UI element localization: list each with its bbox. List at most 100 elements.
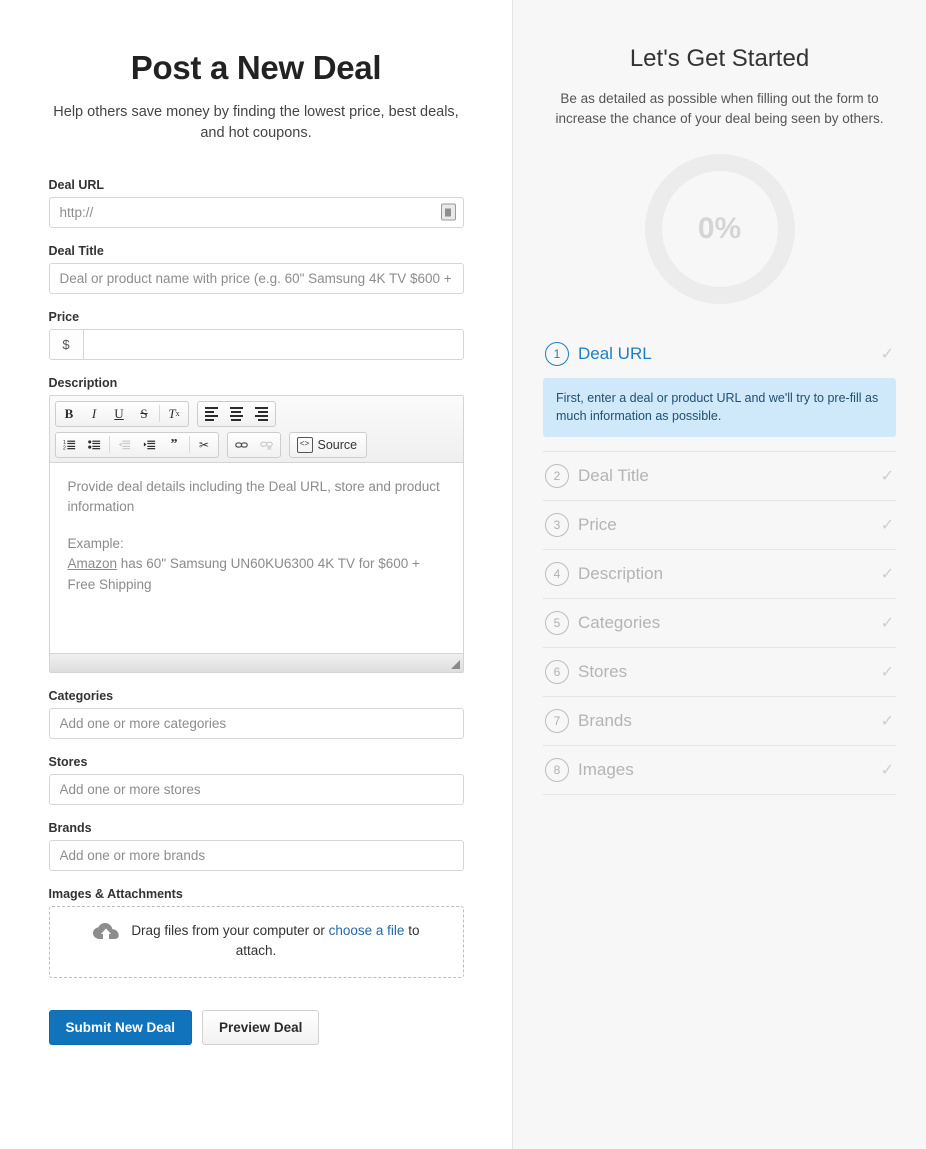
description-label: Description [49, 376, 464, 390]
field-categories: Categories [49, 689, 464, 739]
code-icon: <> [297, 437, 313, 453]
step-number: 3 [545, 513, 569, 537]
bold-icon[interactable]: B [57, 403, 82, 425]
remove-format-icon[interactable]: Tx [162, 403, 187, 425]
categories-label: Categories [49, 689, 464, 703]
brands-label: Brands [49, 821, 464, 835]
alignment-group [197, 401, 276, 427]
stores-label: Stores [49, 755, 464, 769]
deal-url-input[interactable] [49, 197, 464, 228]
submit-new-deal-button[interactable]: Submit New Deal [49, 1010, 193, 1045]
step-label: Deal Title [578, 466, 881, 486]
step-hint-wrapper: First, enter a deal or product URL and w… [543, 378, 896, 453]
check-icon: ✓ [881, 564, 894, 584]
italic-icon[interactable]: I [82, 403, 107, 425]
list-group: 12 [55, 432, 219, 458]
clipboard-icon[interactable] [441, 204, 456, 221]
step-item-deal-url[interactable]: 1 Deal URL ✓ [543, 330, 896, 372]
step-label: Images [578, 760, 881, 780]
step-hint-text: First, enter a deal or product URL and w… [543, 378, 896, 438]
editor-paragraph-2: Example: Amazon has 60" Samsung UN60KU63… [68, 534, 445, 595]
align-left-icon[interactable] [199, 403, 224, 425]
link-group [227, 432, 281, 458]
link-icon[interactable] [229, 434, 254, 456]
preview-deal-button[interactable]: Preview Deal [202, 1010, 319, 1045]
images-label: Images & Attachments [49, 887, 464, 901]
sidebar-title: Let's Get Started [543, 45, 896, 73]
editor-footer [50, 653, 463, 672]
align-center-icon[interactable] [224, 403, 249, 425]
toolbar-separator [189, 436, 190, 453]
check-icon: ✓ [881, 515, 894, 535]
steps-list: 1 Deal URL ✓ First, enter a deal or prod… [543, 330, 896, 796]
editor-toolbar: B I U S Tx [50, 396, 463, 463]
editor-example-label: Example: [68, 536, 124, 551]
step-number: 2 [545, 464, 569, 488]
editor-example-rest: has 60" Samsung UN60KU6300 4K TV for $60… [68, 556, 420, 591]
strikethrough-icon[interactable]: S [132, 403, 157, 425]
brands-input[interactable] [49, 840, 464, 871]
step-item-deal-title[interactable]: 2 Deal Title ✓ [543, 452, 896, 501]
field-price: Price $ [49, 310, 464, 360]
progress-ring: 0% [645, 154, 795, 304]
step-item-description[interactable]: 4 Description ✓ [543, 550, 896, 599]
step-number: 8 [545, 758, 569, 782]
outdent-icon[interactable] [112, 434, 137, 456]
sidebar-panel: Let's Get Started Be as detailed as poss… [513, 0, 926, 1149]
choose-file-link[interactable]: choose a file [329, 923, 405, 938]
check-icon: ✓ [881, 613, 894, 633]
currency-prefix: $ [50, 330, 84, 359]
step-item-price[interactable]: 3 Price ✓ [543, 501, 896, 550]
progress-percent: 0% [698, 212, 741, 246]
price-input[interactable] [84, 330, 463, 359]
file-dropzone[interactable]: Drag files from your computer or choose … [49, 906, 464, 979]
step-number: 5 [545, 611, 569, 635]
dropzone-text-before: Drag files from your computer or [131, 923, 328, 938]
step-item-brands[interactable]: 7 Brands ✓ [543, 697, 896, 746]
step-label: Description [578, 564, 881, 584]
step-label: Price [578, 515, 881, 535]
source-button[interactable]: <> Source [291, 434, 366, 456]
step-label: Brands [578, 711, 881, 731]
scissors-icon[interactable]: ✂ [192, 434, 217, 456]
step-label: Stores [578, 662, 881, 682]
numbered-list-icon[interactable]: 12 [57, 434, 82, 456]
progress-wrapper: 0% [543, 154, 896, 304]
resize-handle[interactable] [451, 660, 460, 669]
step-item-stores[interactable]: 6 Stores ✓ [543, 648, 896, 697]
sidebar-subtitle: Be as detailed as possible when filling … [543, 89, 896, 130]
cloud-upload-icon [93, 923, 119, 941]
field-images: Images & Attachments Drag files from you… [49, 887, 464, 979]
field-deal-title: Deal Title [49, 244, 464, 294]
underline-icon[interactable]: U [107, 403, 132, 425]
field-brands: Brands [49, 821, 464, 871]
deal-url-label: Deal URL [49, 178, 464, 192]
stores-input[interactable] [49, 774, 464, 805]
text-style-group: B I U S Tx [55, 401, 189, 427]
check-icon: ✓ [881, 711, 894, 731]
step-item-images[interactable]: 8 Images ✓ [543, 746, 896, 795]
blockquote-icon[interactable]: ” [162, 434, 187, 456]
step-number: 7 [545, 709, 569, 733]
unlink-icon[interactable] [254, 434, 279, 456]
toolbar-separator [159, 405, 160, 422]
categories-input[interactable] [49, 708, 464, 739]
svg-text:2: 2 [63, 445, 66, 451]
price-label: Price [49, 310, 464, 324]
check-icon: ✓ [881, 662, 894, 682]
field-deal-url: Deal URL [49, 178, 464, 228]
editor-content[interactable]: Provide deal details including the Deal … [50, 463, 463, 653]
editor-paragraph-1: Provide deal details including the Deal … [68, 477, 445, 518]
page-title: Post a New Deal [49, 48, 464, 88]
indent-icon[interactable] [137, 434, 162, 456]
align-right-icon[interactable] [249, 403, 274, 425]
deal-title-input[interactable] [49, 263, 464, 294]
editor-example-link[interactable]: Amazon [68, 556, 118, 571]
deal-title-label: Deal Title [49, 244, 464, 258]
bulleted-list-icon[interactable] [82, 434, 107, 456]
source-button-label: Source [318, 438, 358, 452]
step-item-categories[interactable]: 5 Categories ✓ [543, 599, 896, 648]
toolbar-separator [109, 436, 110, 453]
page-root: Post a New Deal Help others save money b… [0, 0, 926, 1149]
form-panel: Post a New Deal Help others save money b… [0, 0, 513, 1149]
